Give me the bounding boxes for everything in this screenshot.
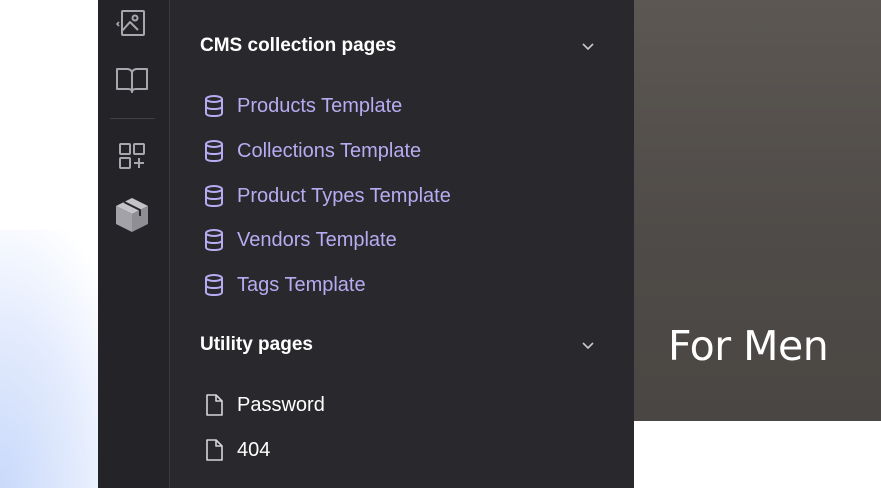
utility-section-title: Utility pages bbox=[200, 334, 313, 355]
apps-add-icon[interactable] bbox=[114, 138, 150, 174]
book-icon[interactable] bbox=[114, 62, 150, 98]
image-icon[interactable] bbox=[114, 4, 150, 40]
list-item-label: Product Types Template bbox=[237, 184, 451, 207]
database-icon bbox=[203, 229, 225, 252]
database-icon bbox=[203, 95, 225, 118]
rail-divider bbox=[110, 118, 155, 119]
utility-item-password[interactable]: Password bbox=[203, 390, 325, 420]
list-item-label: Password bbox=[237, 393, 325, 416]
preview-heading: For Men bbox=[668, 322, 829, 370]
file-icon bbox=[203, 394, 225, 416]
file-icon bbox=[203, 439, 225, 461]
cms-item-products-template[interactable]: Products Template bbox=[203, 91, 402, 121]
utility-section-header[interactable]: Utility pages bbox=[200, 331, 610, 359]
list-item-label: Products Template bbox=[237, 94, 403, 117]
cms-item-tags-template[interactable]: Tags Template bbox=[203, 270, 366, 300]
utility-item-404[interactable]: 404 bbox=[203, 435, 270, 465]
list-item-label: Tags Template bbox=[237, 273, 366, 296]
cms-item-vendors-template[interactable]: Vendors Template bbox=[203, 225, 397, 255]
package-icon[interactable] bbox=[114, 197, 150, 233]
list-item-label: 404 bbox=[237, 438, 271, 461]
cms-section-header[interactable]: CMS collection pages bbox=[200, 32, 610, 60]
database-icon bbox=[203, 140, 225, 163]
cms-item-product-types-template[interactable]: Product Types Template bbox=[203, 181, 451, 211]
database-icon bbox=[203, 274, 225, 297]
list-item-label: Vendors Template bbox=[237, 228, 397, 251]
cms-section-title: CMS collection pages bbox=[200, 35, 397, 56]
chevron-down-icon[interactable] bbox=[580, 337, 596, 353]
cms-item-collections-template[interactable]: Collections Template bbox=[203, 136, 421, 166]
list-item-label: Collections Template bbox=[237, 139, 422, 162]
database-icon bbox=[203, 185, 225, 208]
chevron-down-icon[interactable] bbox=[580, 38, 596, 54]
